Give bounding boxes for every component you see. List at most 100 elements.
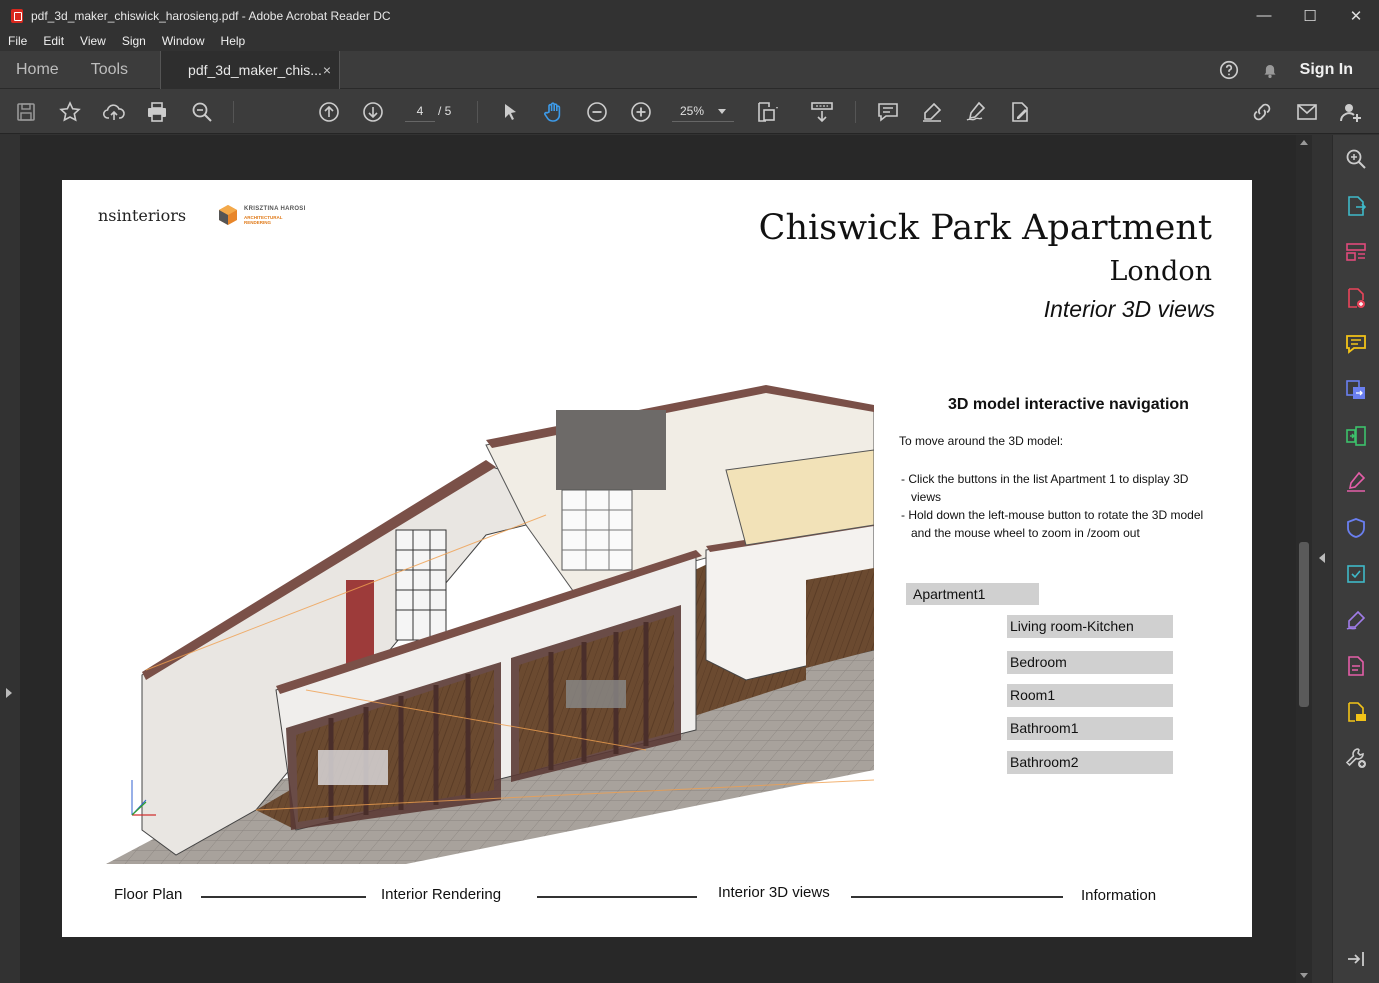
scroll-up-icon[interactable] <box>1300 140 1308 145</box>
menu-sign[interactable]: Sign <box>114 34 154 48</box>
menu-window[interactable]: Window <box>154 34 213 48</box>
notification-bell-icon[interactable] <box>1259 59 1281 81</box>
nav-instruction-item: - Click the buttons in the list Apartmen… <box>901 472 1189 504</box>
help-icon[interactable] <box>1218 59 1240 81</box>
edit-pdf-icon[interactable] <box>1344 654 1368 678</box>
fill-sign-tool-icon[interactable] <box>1344 470 1368 494</box>
close-window-button[interactable]: ✕ <box>1333 0 1379 31</box>
menu-view[interactable]: View <box>72 34 114 48</box>
footer-link-interior-rendering[interactable]: Interior Rendering <box>381 886 501 903</box>
share-link-icon[interactable] <box>1250 100 1274 124</box>
tab-home[interactable]: Home <box>0 51 75 89</box>
vertical-scrollbar[interactable] <box>1296 135 1312 983</box>
email-icon[interactable] <box>1295 100 1319 124</box>
3d-model-viewport[interactable] <box>106 350 874 864</box>
select-arrow-icon[interactable] <box>498 100 522 124</box>
print-icon[interactable] <box>145 100 169 124</box>
page-title: Chiswick Park Apartment <box>758 208 1212 248</box>
page-down-icon[interactable] <box>361 100 385 124</box>
hand-icon[interactable] <box>541 100 565 124</box>
scroll-thumb[interactable] <box>1299 542 1309 707</box>
footer-link-interior-3d-views[interactable]: Interior 3D views <box>718 884 830 901</box>
cube-logo-icon <box>219 205 237 225</box>
nav-instructions: - Click the buttons in the list Apartmen… <box>901 470 1221 542</box>
protect-icon[interactable] <box>1344 516 1368 540</box>
page-up-icon[interactable] <box>317 100 341 124</box>
page-total: / 5 <box>438 104 452 118</box>
nav-heading: 3D model interactive navigation <box>948 396 1189 413</box>
request-signature-icon[interactable] <box>1344 608 1368 632</box>
zoom-level-select[interactable]: 25% <box>672 100 734 122</box>
zoom-out-icon[interactable] <box>585 100 609 124</box>
tab-tools[interactable]: Tools <box>75 51 144 89</box>
combine-files-icon[interactable] <box>1344 378 1368 402</box>
bookmark-star-icon[interactable] <box>58 100 82 124</box>
zoom-in-icon[interactable] <box>629 100 653 124</box>
highlight-pen-icon[interactable] <box>920 100 944 124</box>
nav-instruction-item: - Hold down the left-mouse button to rot… <box>901 508 1204 540</box>
add-user-icon[interactable] <box>1339 100 1363 124</box>
more-tools-icon[interactable] <box>1344 746 1368 770</box>
tab-document-label: pdf_3d_maker_chis... <box>188 61 322 78</box>
compress-icon[interactable] <box>1344 424 1368 448</box>
left-panel-toggle[interactable] <box>0 135 20 983</box>
maximize-button[interactable]: ☐ <box>1287 0 1333 31</box>
search-zoom-icon[interactable] <box>1344 147 1368 171</box>
kitchen-wall-dark <box>556 410 666 490</box>
apartment1-button[interactable]: Apartment1 <box>906 583 1039 605</box>
living-room-kitchen-button[interactable]: Living room-Kitchen <box>1007 615 1173 638</box>
room1-button[interactable]: Room1 <box>1007 684 1173 707</box>
menu-help[interactable]: Help <box>213 34 254 48</box>
menu-bar: File Edit View Sign Window Help <box>0 31 1379 51</box>
organize-pages-icon[interactable] <box>1344 240 1368 264</box>
export-pdf-icon[interactable] <box>1344 194 1368 218</box>
comment-tool-icon[interactable] <box>1344 332 1368 356</box>
fit-page-icon[interactable] <box>755 100 779 124</box>
comment-icon[interactable] <box>876 100 900 124</box>
window-controls: — ☐ ✕ <box>1241 0 1379 31</box>
scroll-mode-icon[interactable] <box>810 100 834 124</box>
right-panel-toggle[interactable] <box>1312 135 1332 983</box>
sign-in-button[interactable]: Sign In <box>1300 61 1353 79</box>
sofa <box>318 750 388 785</box>
zoom-level-value: 25% <box>680 104 705 118</box>
create-pdf-icon[interactable] <box>1344 286 1368 310</box>
upload-cloud-icon[interactable] <box>102 100 126 124</box>
expand-left-icon <box>6 688 12 698</box>
page-number-input[interactable]: 4 <box>405 100 435 122</box>
nsinteriors-logo: nsinteriors <box>98 206 187 225</box>
tab-close-icon[interactable]: × <box>323 62 331 78</box>
menu-file[interactable]: File <box>0 34 35 48</box>
fill-sign-icon[interactable] <box>1008 100 1032 124</box>
convert-icon[interactable] <box>1344 562 1368 586</box>
logo-tagline-text: ARCHITECTURAL RENDERING <box>244 215 283 225</box>
footer-link-floor-plan[interactable]: Floor Plan <box>114 886 182 903</box>
footer-link-information[interactable]: Information <box>1081 887 1156 904</box>
footer-divider <box>201 896 366 898</box>
minimize-button[interactable]: — <box>1241 0 1287 31</box>
bathroom1-button[interactable]: Bathroom1 <box>1007 717 1173 740</box>
collapse-right-icon <box>1319 553 1325 563</box>
scroll-down-icon[interactable] <box>1300 973 1308 978</box>
krisztina-harosi-logo: KRISZTINA HAROSI ARCHITECTURAL RENDERING <box>217 202 307 228</box>
find-zoom-icon[interactable] <box>190 100 214 124</box>
tab-bar-right: Sign In <box>1218 51 1379 89</box>
tab-document[interactable]: pdf_3d_maker_chis... × <box>160 50 341 89</box>
sign-icon[interactable] <box>964 100 988 124</box>
collapse-panel-icon[interactable] <box>1344 947 1368 971</box>
zoom-dropdown-chevron-icon <box>718 109 726 114</box>
title-bar: pdf_3d_maker_chiswick_harosieng.pdf - Ad… <box>0 0 1379 31</box>
toolbar-separator <box>233 101 234 123</box>
toolbar-separator <box>855 101 856 123</box>
main-toolbar: 4 / 5 25% <box>0 89 1379 134</box>
bathroom2-button[interactable]: Bathroom2 <box>1007 751 1173 774</box>
nav-intro: To move around the 3D model: <box>899 434 1064 448</box>
bedroom-button[interactable]: Bedroom <box>1007 651 1173 674</box>
logo-name-text: KRISZTINA HAROSI <box>244 206 306 212</box>
acrobat-app-icon <box>11 8 23 23</box>
tab-bar: Home Tools pdf_3d_maker_chis... × Sign I… <box>0 50 1379 89</box>
shelf-unit <box>395 529 447 641</box>
save-icon[interactable] <box>14 100 38 124</box>
send-review-icon[interactable] <box>1344 700 1368 724</box>
menu-edit[interactable]: Edit <box>35 34 72 48</box>
